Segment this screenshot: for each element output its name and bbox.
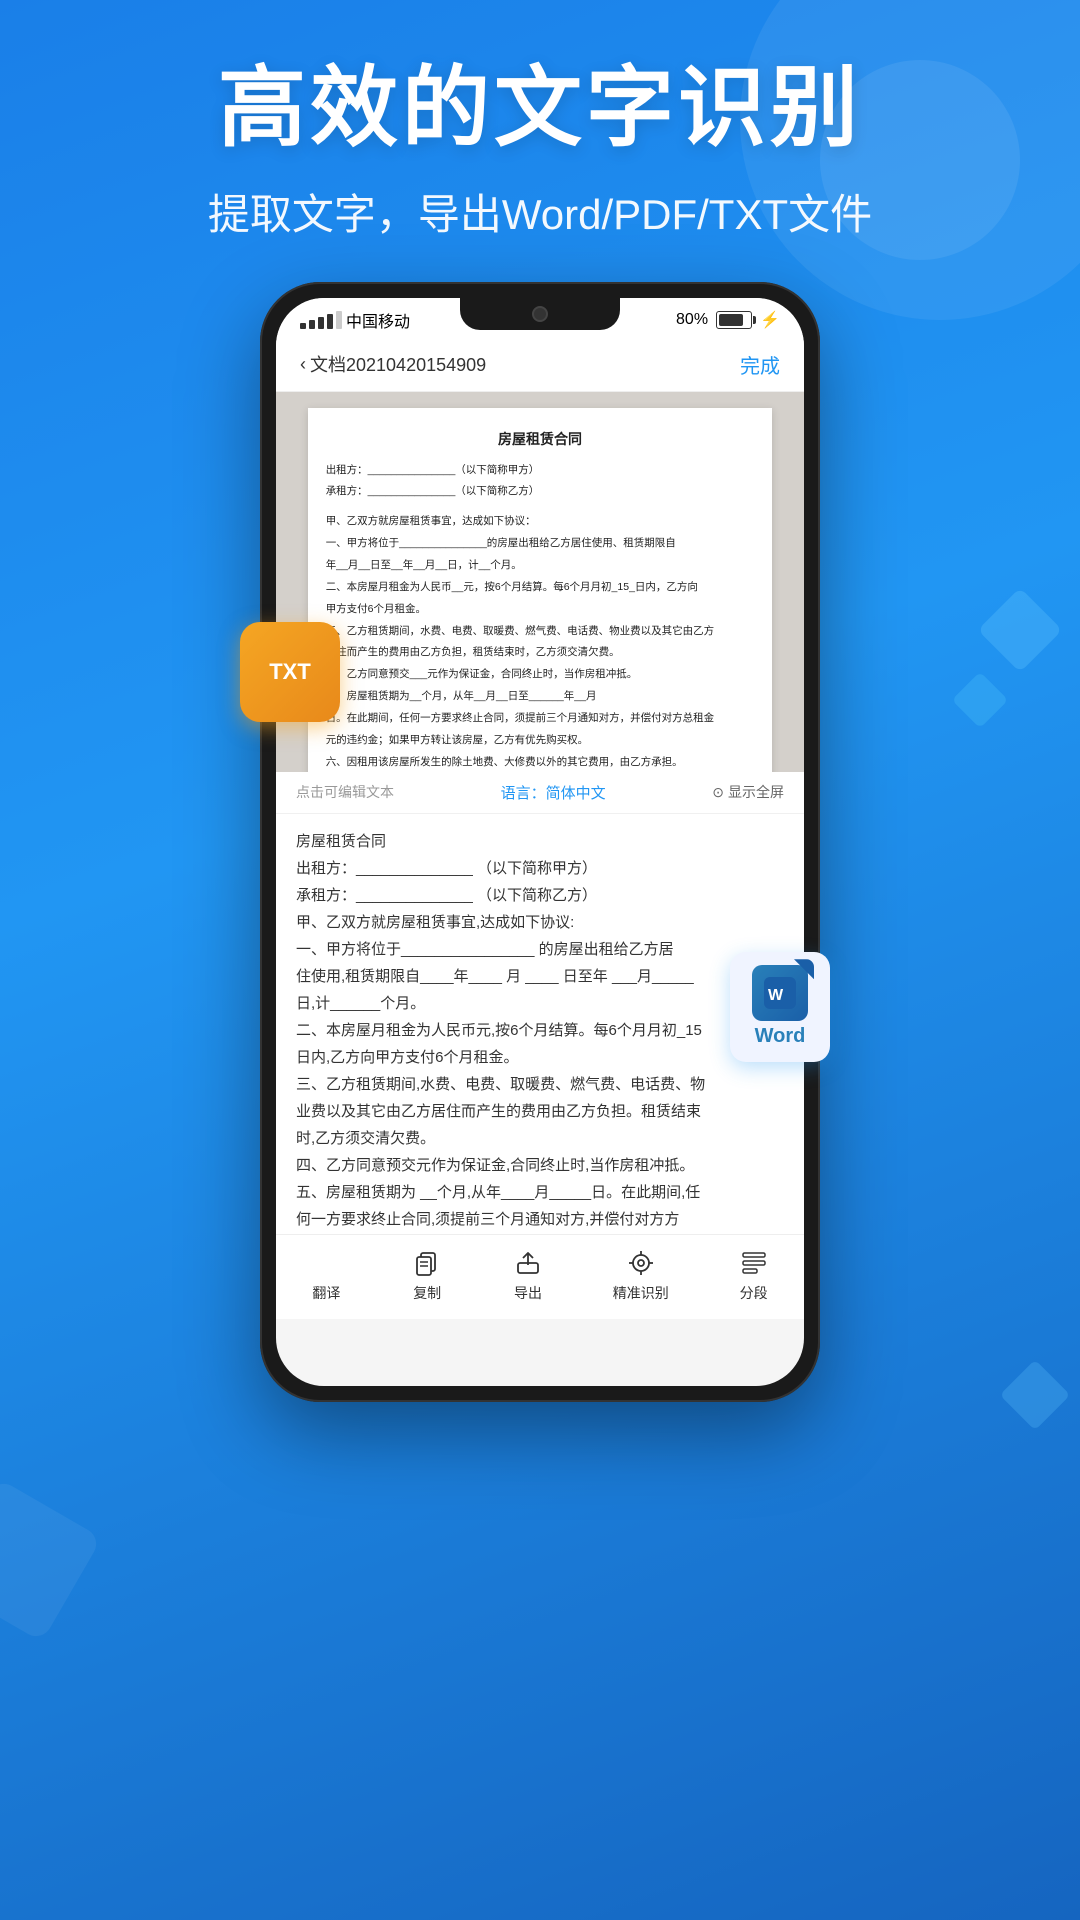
doc-para-10: 日。在此期间，任何一方要求终止合同，须提前三个月通知对方，并偿付对方总租金: [326, 710, 755, 728]
segment-icon: [738, 1247, 770, 1279]
header-section: 高效的文字识别 提取文字，导出Word/PDF/TXT文件: [0, 0, 1080, 242]
ocr-label: 精准识别: [613, 1283, 669, 1303]
copy-tool[interactable]: 复制: [411, 1247, 443, 1303]
segment-label: 分段: [740, 1283, 768, 1303]
doc-para-5: 甲方支付6个月租金。: [326, 601, 755, 619]
doc-para-12: 六、因租用该房屋所发生的除土地费、大修费以外的其它费用，由乙方承担。: [326, 754, 755, 772]
txt-format-badge: TXT: [240, 622, 340, 722]
status-right: 80% ⚡: [676, 310, 780, 330]
doc-para-11: 元的违约金；如果甲方转让该房屋，乙方有优先购买权。: [326, 732, 755, 750]
phone-notch: [460, 298, 620, 330]
phone-mockup-wrapper: TXT W Word: [0, 282, 1080, 1402]
doc-para-6: 三、乙方租赁期间，水费、电费、取暖费、燃气费、电话费、物业费以及其它由乙方: [326, 623, 755, 641]
phone-device: TXT W Word: [260, 282, 820, 1402]
fullscreen-icon: ⊙: [712, 784, 724, 801]
doc-para-3: 年__月__日至__年__月__日，计__个月。: [326, 557, 755, 575]
front-camera: [532, 306, 548, 322]
doc-para-8: 四、乙方同意预交___元作为保证金，合同终止时，当作房租冲抵。: [326, 666, 755, 684]
fullscreen-button[interactable]: ⊙ 显示全屏: [712, 782, 784, 802]
battery-fill: [719, 314, 743, 326]
nav-title: 文档20210420154909: [310, 351, 486, 377]
doc-line-2: 承租方：_______________（以下简称乙方）: [326, 483, 755, 501]
ocr-icon: [625, 1247, 657, 1279]
bottom-toolbar: 蛙 翻译 复制: [276, 1234, 804, 1319]
word-icon: W: [752, 965, 808, 1021]
copy-icon: [411, 1247, 443, 1279]
doc-para-2: 一、甲方将位于_______________的房屋出租给乙方居住使用、租赁期限自: [326, 535, 755, 553]
word-format-badge: W Word: [730, 952, 830, 1062]
translate-icon: 蛙: [310, 1247, 342, 1279]
charge-icon: ⚡: [760, 310, 780, 330]
segment-tool[interactable]: 分段: [738, 1247, 770, 1303]
carrier-info: 中国移动: [300, 308, 410, 332]
language-label: 语言：: [501, 785, 546, 802]
doc-para-4: 二、本房屋月租金为人民币__元，按6个月结算。每6个月月初_15_日内，乙方向: [326, 579, 755, 597]
ocr-tool[interactable]: 精准识别: [613, 1247, 669, 1303]
translate-tool[interactable]: 蛙 翻译: [310, 1247, 342, 1303]
carrier-name: 中国移动: [346, 308, 410, 332]
ocr-edit-hint[interactable]: 点击可编辑文本: [296, 782, 394, 802]
ocr-panel: 点击可编辑文本 语言：简体中文 ⊙ 显示全屏 房屋租赁合同出租方：_______…: [276, 772, 804, 1234]
ocr-language: 语言：简体中文: [501, 782, 606, 803]
svg-text:W: W: [768, 987, 784, 1004]
ocr-toolbar: 点击可编辑文本 语言：简体中文 ⊙ 显示全屏: [276, 772, 804, 814]
export-tool[interactable]: 导出: [512, 1247, 544, 1303]
document-paper: 房屋租赁合同 出租方：_______________（以下简称甲方） 承租方：_…: [308, 408, 773, 772]
battery-percent: 80%: [676, 311, 708, 329]
word-badge-label: Word: [755, 1025, 806, 1048]
main-title: 高效的文字识别: [0, 60, 1080, 157]
document-scan-area: 房屋租赁合同 出租方：_______________（以下简称甲方） 承租方：_…: [276, 392, 804, 772]
signal-icon: [300, 311, 342, 329]
back-button[interactable]: ‹ 文档20210420154909: [300, 351, 486, 377]
doc-para-9: 五、房屋租赁期为__个月，从年__月__日至______年__月: [326, 688, 755, 706]
export-icon: [512, 1247, 544, 1279]
translate-label: 翻译: [312, 1283, 340, 1303]
ocr-text-content[interactable]: 房屋租赁合同出租方：______________ （以下简称甲方）承租方：___…: [276, 814, 804, 1234]
language-value[interactable]: 简体中文: [546, 785, 606, 802]
svg-text:蛙: 蛙: [314, 1251, 334, 1274]
export-label: 导出: [514, 1283, 542, 1303]
back-chevron-icon: ‹: [300, 354, 306, 375]
doc-line-1: 出租方：_______________（以下简称甲方）: [326, 462, 755, 480]
doc-para-1: 甲、乙双方就房屋租赁事宜，达成如下协议：: [326, 513, 755, 531]
doc-title: 房屋租赁合同: [326, 428, 755, 452]
nav-bar: ‹ 文档20210420154909 完成: [276, 338, 804, 392]
battery-icon: [716, 311, 752, 329]
doc-para-7: 居住而产生的费用由乙方负担，租赁结束时，乙方须交清欠费。: [326, 644, 755, 662]
copy-label: 复制: [413, 1283, 441, 1303]
phone-screen: 中国移动 17:14 80% ⚡ ‹ 文档20210420154909 完成: [276, 298, 804, 1386]
done-button[interactable]: 完成: [740, 350, 780, 379]
sub-title: 提取文字，导出Word/PDF/TXT文件: [0, 181, 1080, 242]
